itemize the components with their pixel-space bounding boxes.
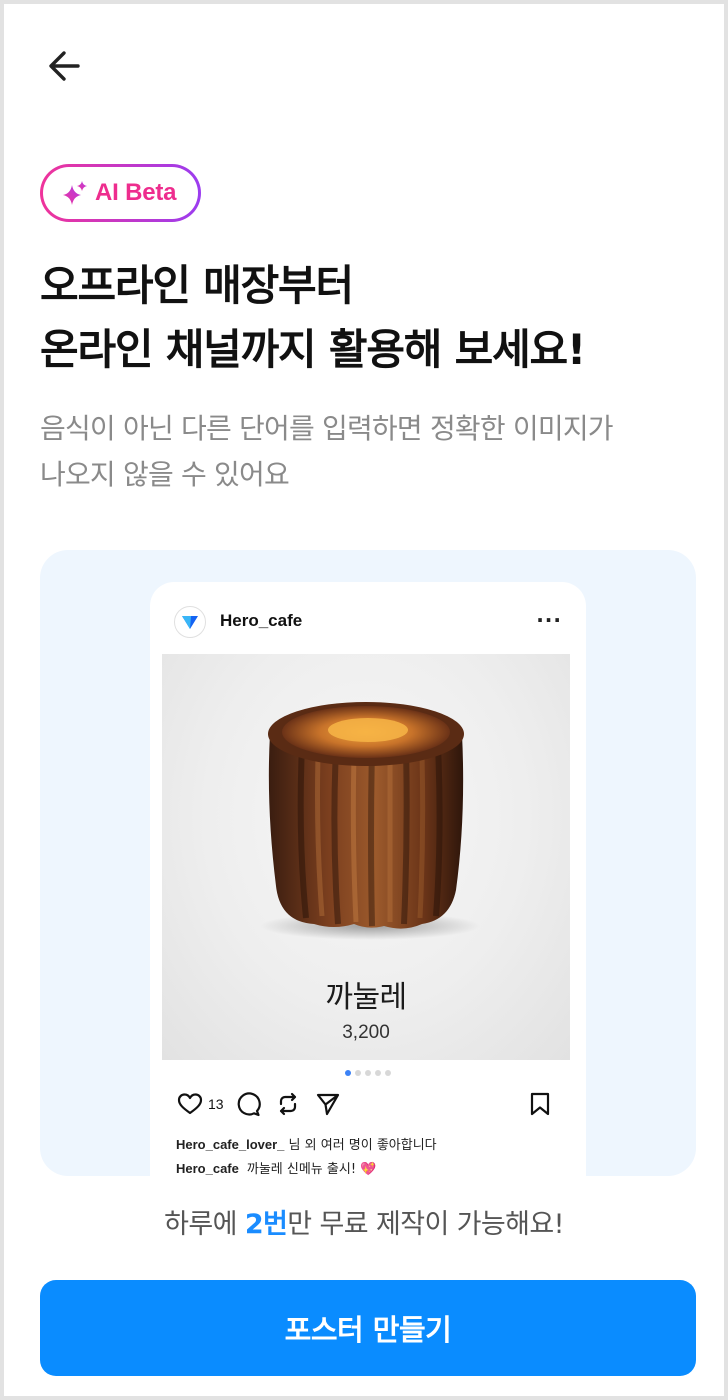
liked-by-text: Hero_cafe_lover_ 님 외 여러 명이 좋아합니다: [176, 1134, 437, 1153]
post-username: Hero_cafe: [220, 611, 303, 630]
daily-limit-note: 하루에 2번만 무료 제작이 가능해요!: [4, 1202, 724, 1241]
limit-highlight: 2번: [244, 1209, 288, 1240]
liked-by-user: Hero_cafe_lover_: [176, 1137, 285, 1152]
product-price: 3,200: [342, 1022, 390, 1043]
share-icon: [314, 1090, 342, 1118]
post-actions: 13: [176, 1090, 566, 1120]
poster-preview: Hero_cafe ··· 까눌레 3,200 13 Hero_cafe_lov…: [40, 550, 696, 1176]
headline-line-2: 온라인 채널까지 활용해 보세요!: [40, 325, 586, 374]
ai-beta-label: AI Beta: [95, 179, 177, 206]
carousel-dot: [375, 1070, 381, 1076]
screen: AI Beta 오프라인 매장부터 온라인 채널까지 활용해 보세요! 음식이 …: [0, 0, 728, 1400]
notice-line-1: 음식이 아닌 다른 단어를 입력하면 정확한 이미지가: [40, 412, 614, 445]
canele-image: [260, 702, 480, 940]
caption-user: Hero_cafe: [176, 1161, 239, 1176]
sparkle-icon: [63, 181, 87, 205]
brand-logo-icon: [182, 616, 198, 629]
ai-beta-badge: AI Beta: [40, 164, 201, 222]
repost-icon: [274, 1090, 302, 1118]
create-poster-button[interactable]: 포스터 만들기: [40, 1280, 696, 1376]
comment-icon: [234, 1090, 262, 1118]
bookmark-icon: [526, 1090, 554, 1118]
liked-by-suffix: 님 외 여러 명이 좋아합니다: [288, 1138, 437, 1153]
carousel-dot: [355, 1070, 361, 1076]
limit-prefix: 하루에: [164, 1209, 245, 1240]
avatar: [174, 606, 206, 638]
headline-line-1: 오프라인 매장부터: [40, 261, 354, 310]
carousel-dot: [385, 1070, 391, 1076]
like-count: 13: [208, 1096, 224, 1112]
post-header: Hero_cafe ···: [150, 582, 586, 654]
notice-line-2: 나오지 않을 수 있어요: [40, 458, 290, 491]
limit-suffix: 만 무료 제작이 가능해요!: [287, 1209, 564, 1240]
page-headline: 오프라인 매장부터 온라인 채널까지 활용해 보세요!: [40, 254, 700, 382]
more-options-icon: ···: [536, 608, 562, 632]
post-caption: Hero_cafe 까눌레 신메뉴 출시! 💖: [176, 1158, 376, 1176]
heart-icon: [176, 1090, 204, 1118]
product-name: 까눌레: [325, 980, 407, 1015]
back-button[interactable]: [40, 44, 88, 88]
arrow-left-icon: [49, 51, 80, 81]
carousel-indicator: [150, 1070, 586, 1076]
notice-text: 음식이 아닌 다른 단어를 입력하면 정확한 이미지가 나오지 않을 수 있어요: [40, 406, 700, 498]
carousel-dot: [365, 1070, 371, 1076]
carousel-dot-active: [345, 1070, 351, 1076]
post-image: 까눌레 3,200: [162, 654, 570, 1060]
instagram-post-mockup: Hero_cafe ··· 까눌레 3,200 13 Hero_cafe_lov…: [150, 582, 586, 1176]
caption-text: 까눌레 신메뉴 출시! 💖: [246, 1162, 377, 1176]
